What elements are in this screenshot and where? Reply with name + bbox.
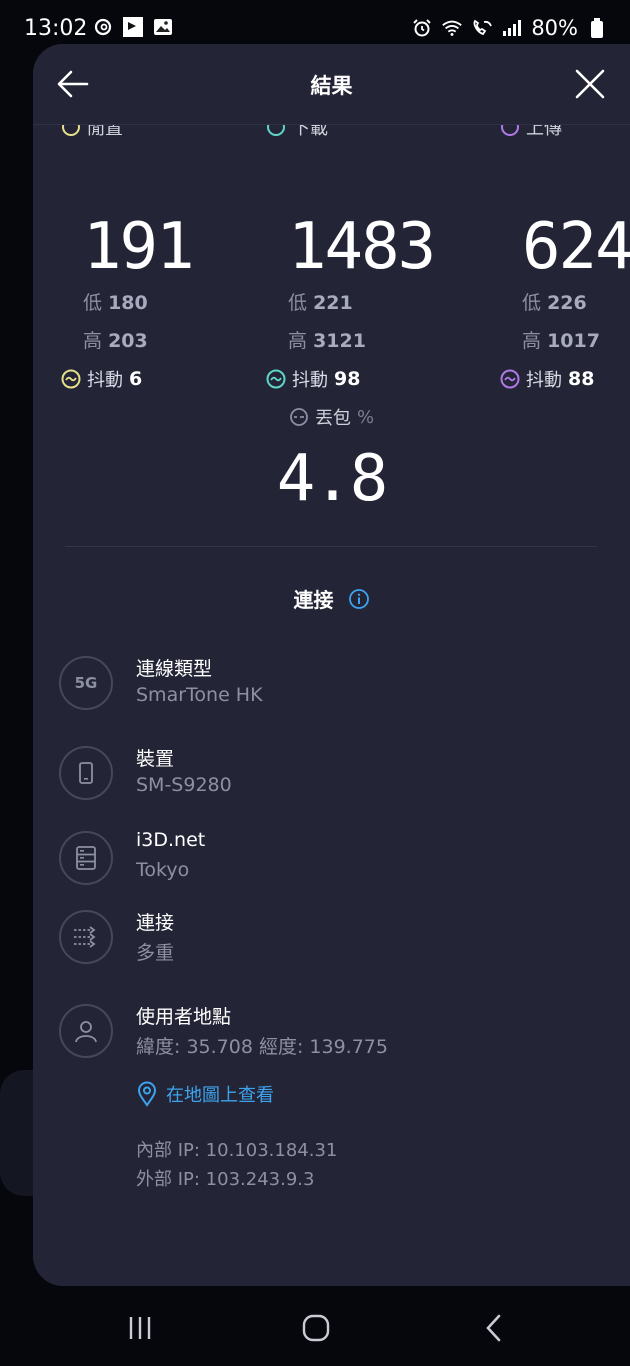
view-on-map-label: 在地圖上查看 (166, 1085, 274, 1106)
low-label: 低 (522, 292, 542, 314)
metric-download-jitter: 抖動 98 (266, 366, 360, 392)
close-icon (575, 69, 605, 99)
connections-value: 多重 (136, 942, 175, 964)
battery-icon (586, 17, 608, 39)
5g-icon: 5G (59, 656, 113, 710)
jitter-icon (266, 369, 286, 389)
user-location-value: 緯度: 35.708 經度: 139.775 (136, 1036, 388, 1058)
low-label: 低 (83, 292, 103, 314)
server-label: i3D.net (136, 829, 206, 851)
jitter-icon (61, 369, 81, 389)
wifi-icon (441, 17, 463, 39)
low-value: 221 (313, 292, 353, 314)
metric-download-value: 1483 (288, 210, 436, 284)
sheet-header: 結果 (33, 44, 630, 125)
connections-label: 連接 (136, 912, 175, 934)
high-value: 3121 (313, 330, 366, 352)
chevron-left-icon (486, 1314, 501, 1342)
results-sheet: 結果 閒置 191 低 180 高 203 抖動 6 下載 1483 低 221… (33, 44, 630, 1286)
metric-download-low: 低 221 (288, 288, 353, 315)
home-button[interactable] (296, 1308, 336, 1348)
user-location-label: 使用者地點 (136, 1006, 232, 1028)
user-icon (59, 1004, 113, 1058)
map-pin-icon (137, 1081, 157, 1107)
packet-loss-header: 丟包 % (33, 404, 630, 430)
jitter-icon (500, 369, 520, 389)
connections: 連接 多重 (59, 908, 599, 972)
close-button[interactable] (574, 68, 606, 100)
high-label: 高 (288, 330, 308, 352)
threads-icon (92, 16, 114, 38)
notification-icons (92, 16, 174, 38)
signal-icon (501, 17, 523, 39)
status-time: 13:02 (24, 16, 88, 41)
jitter-value: 98 (334, 368, 361, 390)
packet-loss-unit: % (356, 406, 375, 428)
packet-loss-icon (290, 408, 308, 426)
packet-loss-label: 丟包 (314, 408, 351, 429)
metric-idle-low: 低 180 (83, 288, 148, 315)
internal-ip: 內部 IP: 10.103.184.31 (136, 1140, 338, 1161)
connection-header: 連接 (33, 584, 630, 613)
gallery-icon (152, 16, 174, 38)
metric-idle-jitter: 抖動 6 (61, 366, 142, 392)
metric-idle-high: 高 203 (83, 326, 148, 353)
wifi-calling-icon (471, 17, 493, 39)
page-title: 結果 (310, 74, 353, 98)
recents-icon (129, 1317, 151, 1339)
phone-icon (59, 746, 113, 800)
divider (65, 546, 597, 547)
app-icon (122, 16, 144, 38)
low-value: 226 (547, 292, 587, 314)
metric-idle-value: 191 (83, 210, 195, 284)
high-label: 高 (522, 330, 542, 352)
connection-title: 連接 (293, 588, 334, 612)
jitter-label: 抖動 (292, 370, 328, 391)
connection-type: 5G 連線類型 SmarTone HK (59, 654, 599, 718)
connection-type-label: 連線類型 (136, 658, 213, 680)
alarm-icon (411, 17, 433, 39)
metric-upload-high: 高 1017 (522, 326, 600, 353)
high-value: 203 (108, 330, 148, 352)
external-ip: 外部 IP: 103.243.9.3 (136, 1169, 315, 1190)
multi-connection-icon (59, 910, 113, 964)
view-on-map-link[interactable]: 在地圖上查看 (136, 1081, 274, 1107)
navigation-bar (0, 1286, 630, 1366)
jitter-value: 88 (568, 368, 595, 390)
home-icon (302, 1314, 330, 1342)
metric-upload-low: 低 226 (522, 288, 587, 315)
jitter-value: 6 (129, 368, 143, 390)
low-label: 低 (288, 292, 308, 314)
high-value: 1017 (547, 330, 600, 352)
server: i3D.net Tokyo (59, 829, 599, 893)
metric-upload-value: 624 (522, 210, 630, 284)
high-label: 高 (83, 330, 103, 352)
device-label: 裝置 (136, 748, 175, 770)
recents-button[interactable] (120, 1308, 160, 1348)
jitter-label: 抖動 (526, 370, 562, 391)
device: 裝置 SM-S9280 (59, 744, 599, 808)
server-icon (59, 831, 113, 885)
packet-loss-value: 4.8 (276, 442, 389, 516)
metric-download-high: 高 3121 (288, 326, 366, 353)
system-icons: 80% (411, 16, 608, 40)
battery-percent: 80% (531, 16, 578, 40)
jitter-label: 抖動 (87, 370, 123, 391)
back-nav-button[interactable] (474, 1308, 514, 1348)
connection-type-value: SmarTone HK (136, 684, 263, 706)
user-location: 使用者地點 緯度: 35.708 經度: 139.775 (59, 1002, 599, 1066)
server-value: Tokyo (136, 859, 190, 881)
device-value: SM-S9280 (136, 774, 232, 796)
low-value: 180 (108, 292, 148, 314)
info-icon[interactable] (348, 588, 370, 610)
metric-upload-jitter: 抖動 88 (500, 366, 594, 392)
